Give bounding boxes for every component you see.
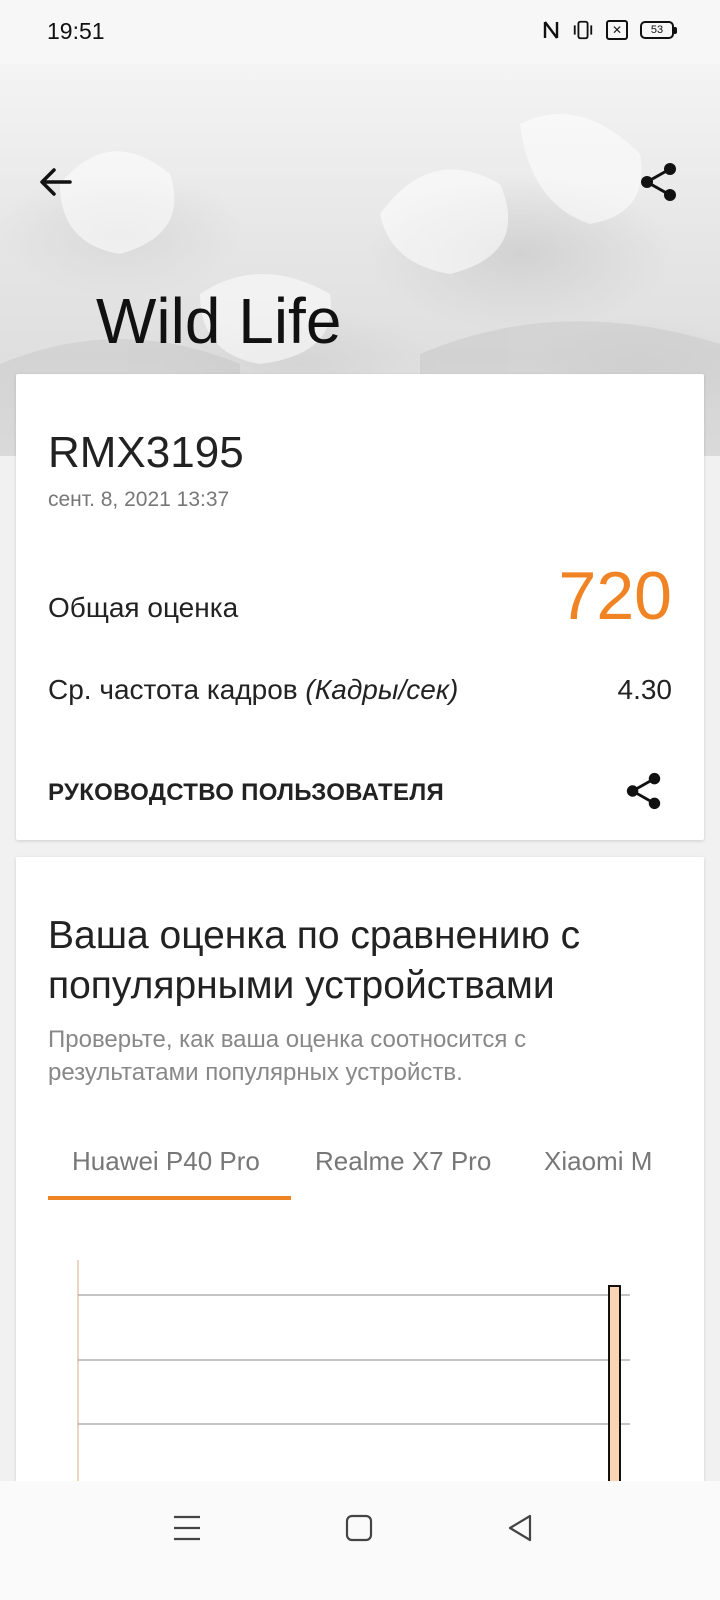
tab-huawei-p40-pro[interactable]: Huawei P40 Pro (72, 1146, 260, 1177)
result-date: сент. 8, 2021 13:37 (48, 488, 230, 511)
comparison-title: Ваша оценка по сравнению с популярными у… (48, 914, 581, 1007)
status-icons: ✕ 53 (542, 19, 677, 41)
nfc-icon (542, 19, 560, 41)
tab-realme-x7-pro[interactable]: Realme X7 Pro (315, 1146, 491, 1177)
page-title: Wild Life (96, 285, 342, 357)
home-button[interactable] (334, 1503, 384, 1553)
back-triangle-icon (508, 1514, 532, 1542)
overall-score-label: Общая оценка (48, 592, 239, 623)
battery-icon: 53 (640, 21, 677, 39)
menu-icon (174, 1515, 200, 1541)
share-icon (626, 772, 661, 810)
recent-apps-button[interactable] (162, 1503, 212, 1553)
system-back-button[interactable] (496, 1503, 546, 1553)
device-name: RMX3195 (48, 428, 244, 477)
tab-xiaomi[interactable]: Xiaomi M (544, 1146, 652, 1177)
arrow-left-icon (40, 168, 72, 196)
fps-value: 4.30 (617, 674, 673, 705)
tab-indicator (48, 1196, 291, 1200)
device-tabs: Huawei P40 Pro Realme X7 Pro Xiaomi M (48, 1135, 660, 1201)
status-bar: 19:51 ✕ 53 (0, 0, 720, 64)
comparison-card: Ваша оценка по сравнению с популярными у… (16, 857, 704, 1557)
home-icon (345, 1514, 373, 1542)
comparison-subtitle: Проверьте, как ваша оценка соотносится с… (48, 1026, 527, 1086)
system-nav-bar (0, 1481, 720, 1600)
overall-score-value: 720 (558, 558, 672, 634)
sim-off-icon: ✕ (606, 20, 628, 40)
share-icon (641, 163, 676, 201)
fps-label-text: Ср. частота кадров (48, 674, 306, 705)
fps-label: Ср. частота кадров (Кадры/сек) (48, 674, 458, 706)
vibrate-icon (572, 19, 594, 41)
fps-unit: (Кадры/сек) (305, 674, 459, 705)
status-time: 19:51 (47, 18, 105, 44)
result-card: RMX3195 сент. 8, 2021 13:37 Общая оценка… (16, 374, 704, 840)
back-button[interactable] (36, 162, 76, 202)
share-button[interactable] (638, 161, 680, 203)
user-guide-link[interactable]: РУКОВОДСТВО ПОЛЬЗОВАТЕЛЯ (48, 779, 444, 807)
share-result-button[interactable] (624, 770, 664, 812)
